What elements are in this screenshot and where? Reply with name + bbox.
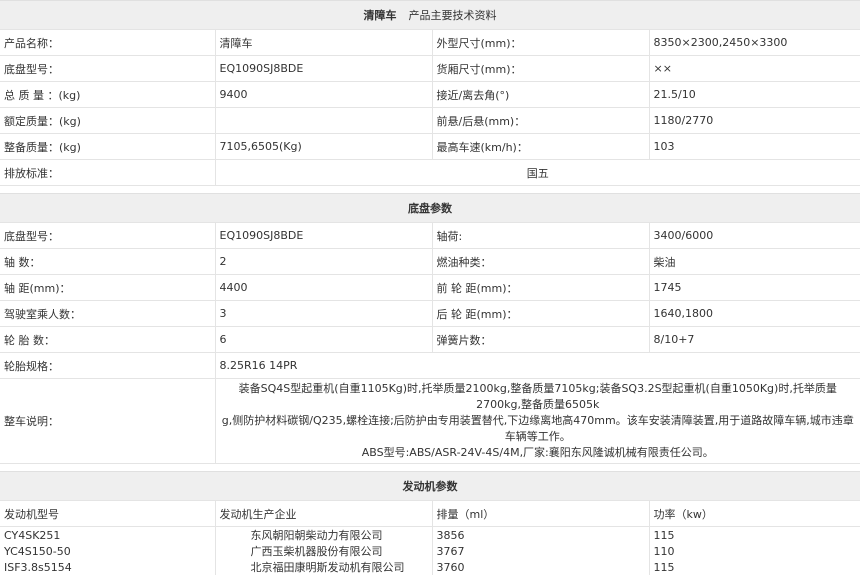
spec-label: 货厢尺寸(mm)：: [431, 55, 649, 82]
engine-header-row: 发动机型号 发动机生产企业 排量（ml） 功率（kw）: [0, 500, 860, 527]
spec-label: 前 轮 距(mm)：: [431, 274, 649, 301]
table-row: 整备质量：(kg) 7105,6505(Kg) 最高车速(km/h)： 103: [0, 133, 860, 160]
vehicle-description: 装备SQ4S型起重机(自重1105Kg)时,托举质量2100kg,整备质量710…: [214, 378, 860, 464]
table-row: 额定质量：(kg) 前悬/后悬(mm)： 1180/2770: [0, 107, 860, 134]
spec-label: 产品名称：: [0, 29, 215, 56]
main-section-subtitle: 产品主要技术资料: [408, 9, 497, 22]
spec-label: 接近/离去角(°): [431, 81, 649, 108]
engine-section-title: 发动机参数: [0, 471, 860, 501]
spec-value: EQ1090SJ8BDE: [214, 222, 432, 249]
table-row: 底盘型号： EQ1090SJ8BDE 轴荷: 3400/6000: [0, 222, 860, 249]
spec-value: 8350×2300,2450×3300: [648, 29, 860, 56]
spec-label: 最高车速(km/h)：: [431, 133, 649, 160]
engine-maker: 广西玉柴机器股份有限公司: [214, 543, 432, 559]
engine-model: CY4SK251: [4, 528, 61, 542]
table-row: ISF3.8s5154 北京福田康明斯发动机有限公司 3760 115: [0, 559, 860, 575]
spec-value: [214, 107, 432, 134]
spec-label: 整车说明：: [0, 378, 215, 464]
spec-value: 7105,6505(Kg): [214, 133, 432, 160]
spec-label: 整备质量：(kg): [0, 133, 215, 160]
table-row: 总 质 量 ：(kg) 9400 接近/离去角(°) 21.5/10: [0, 81, 860, 108]
table-row: YC4S150-50 广西玉柴机器股份有限公司 3767 110: [0, 543, 860, 559]
table-row: 底盘型号： EQ1090SJ8BDE 货厢尺寸(mm)： ××: [0, 55, 860, 82]
spec-label: 轴 数：: [0, 248, 215, 275]
spec-label: 排放标准：: [0, 159, 215, 186]
spec-value: 柴油: [648, 248, 860, 275]
engine-power: 110: [648, 543, 860, 559]
column-header: 发动机型号: [0, 500, 215, 527]
spec-value: 1640,1800: [648, 300, 860, 327]
spec-label: 底盘型号：: [0, 222, 215, 249]
spec-label: 燃油种类：: [431, 248, 649, 275]
table-row: 轴 数： 2 燃油种类： 柴油: [0, 248, 860, 275]
spec-value: 1745: [648, 274, 860, 301]
tire-spec-value: 8.25R16 14PR: [214, 352, 860, 379]
spec-value: 21.5/10: [648, 81, 860, 108]
engine-maker: 东风朝阳朝柴动力有限公司: [214, 526, 432, 543]
table-row: 整车说明： 装备SQ4S型起重机(自重1105Kg)时,托举质量2100kg,整…: [0, 378, 860, 464]
spec-table: 清障车 产品主要技术资料 产品名称： 清障车 外型尺寸(mm)： 8350×230…: [0, 0, 860, 575]
table-row: 排放标准： 国五: [0, 159, 860, 186]
table-row: 轮胎规格： 8.25R16 14PR: [0, 352, 860, 379]
table-row: 轴 距(mm)： 4400 前 轮 距(mm)： 1745: [0, 274, 860, 301]
description-line: g,侧防护材料碳钢/Q235,螺栓连接;后防护由专用装置替代,下边缘离地高470…: [221, 414, 854, 443]
spec-value: 清障车: [214, 29, 432, 56]
spec-label: 轴 距(mm)：: [0, 274, 215, 301]
spec-value: 4400: [214, 274, 432, 301]
spec-label: 额定质量：(kg): [0, 107, 215, 134]
spec-label: 总 质 量 ：(kg): [0, 81, 215, 108]
engine-model: ISF3.8s5154: [4, 560, 72, 574]
engine-section-header: 发动机参数: [0, 471, 860, 501]
spec-value: 103: [648, 133, 860, 160]
spec-value: 8/10+7: [648, 326, 860, 353]
main-section-header: 清障车 产品主要技术资料: [0, 0, 860, 30]
spec-label: 轴荷:: [431, 222, 649, 249]
main-section-title: 清障车: [363, 9, 397, 22]
column-header: 功率（kw）: [648, 500, 860, 527]
table-row: CY4SK251 东风朝阳朝柴动力有限公司 3856 115: [0, 526, 860, 543]
spec-value: 3: [214, 300, 432, 327]
engine-power: 115: [648, 526, 860, 543]
chassis-section-header: 底盘参数: [0, 193, 860, 223]
spec-label: 外型尺寸(mm)：: [431, 29, 649, 56]
column-header: 发动机生产企业: [214, 500, 432, 527]
spec-label: 底盘型号：: [0, 55, 215, 82]
emission-value: 国五: [214, 159, 860, 186]
spec-value: 9400: [214, 81, 432, 108]
column-header: 排量（ml）: [431, 500, 649, 527]
description-line: ABS型号:ABS/ASR-24V-4S/4M,厂家:襄阳东风隆诚机械有限责任公…: [361, 446, 714, 459]
spec-value: EQ1090SJ8BDE: [214, 55, 432, 82]
spec-label: 弹簧片数：: [431, 326, 649, 353]
spec-label: 轮胎规格：: [0, 352, 215, 379]
description-line: 装备SQ4S型起重机(自重1105Kg)时,托举质量2100kg,整备质量710…: [238, 382, 837, 411]
spec-value: 3400/6000: [648, 222, 860, 249]
engine-power: 115: [648, 559, 860, 575]
spec-label: 轮 胎 数：: [0, 326, 215, 353]
engine-displacement: 3760: [431, 559, 649, 575]
table-row: 轮 胎 数： 6 弹簧片数： 8/10+7: [0, 326, 860, 353]
engine-displacement: 3856: [431, 526, 649, 543]
engine-displacement: 3767: [431, 543, 649, 559]
spec-value: ××: [648, 55, 860, 82]
spec-value: 1180/2770: [648, 107, 860, 134]
spec-label: 前悬/后悬(mm)：: [431, 107, 649, 134]
spec-value: 2: [214, 248, 432, 275]
spec-value: 6: [214, 326, 432, 353]
engine-model: YC4S150-50: [4, 544, 71, 558]
table-row: 产品名称： 清障车 外型尺寸(mm)： 8350×2300,2450×3300: [0, 29, 860, 56]
engine-maker: 北京福田康明斯发动机有限公司: [214, 559, 432, 575]
spec-label: 后 轮 距(mm)：: [431, 300, 649, 327]
spec-label: 驾驶室乘人数：: [0, 300, 215, 327]
table-row: 驾驶室乘人数： 3 后 轮 距(mm)： 1640,1800: [0, 300, 860, 327]
chassis-section-title: 底盘参数: [0, 193, 860, 223]
